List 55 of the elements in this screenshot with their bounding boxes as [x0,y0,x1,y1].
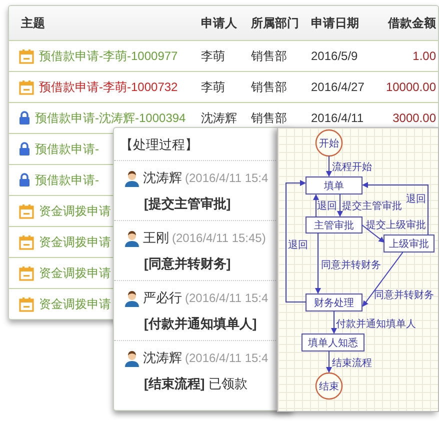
terminal-node: 开始 [315,129,343,157]
connector-label: 退回 [406,194,426,205]
connector-label: 结束流程 [332,358,372,369]
request-title-link[interactable]: 资金调拨申请 [39,296,111,312]
connector-label: 提交上级审批 [366,220,426,231]
action-text: [结束流程] 已领款 [144,375,248,393]
process-node: 填单 [306,176,362,194]
user-name: 王刚 [143,229,169,247]
connector-label: 同意并转财务 [321,260,381,271]
request-title-link[interactable]: 资金调拨申请 [39,202,111,220]
request-title-link[interactable]: 预借款申请-沈涛辉-1000394 [35,110,186,126]
process-node: 上级审批 [384,234,434,252]
request-title-link[interactable]: 预借款申请-李萌-1000977 [39,48,178,64]
process-node: 财务处理 [306,294,362,312]
timestamp: (2016/4/11 15:45) [172,231,266,245]
column-header[interactable]: 主题 [9,14,197,32]
connector-label: 退回 [288,240,308,251]
process-node: 填单人知悉 [302,334,364,352]
table-cell-text: 3000.00 [392,111,437,125]
table-cell-text: 李萌 [200,78,226,96]
table-cell-text: 2016/4/27 [310,80,366,94]
table-cell-text: 销售部 [250,48,288,64]
column-header[interactable]: 借款金额 [377,14,438,32]
table-cell-text: 销售部 [250,78,288,96]
request-title-link[interactable]: 预借款申请- [35,140,99,158]
request-title-link[interactable]: 预借款申请- [35,172,99,188]
column-header[interactable]: 申请日期 [307,14,377,32]
table-cell-text: 李萌 [200,48,226,64]
request-title-link[interactable]: 预借款申请-李萌-1000732 [39,78,178,96]
table-cell-text: 2016/4/11 [310,111,364,125]
terminal-node: 结束 [315,372,343,400]
request-title-link[interactable]: 资金调拨申请 [39,264,111,282]
user-name: 沈涛辉 [143,349,182,367]
action-text: [同意并转财务] [144,255,232,273]
user-name: 沈涛辉 [143,169,182,187]
table-cell-text: 10000.00 [384,80,437,94]
action-text: [付款并通知填单人] [144,315,258,333]
timestamp: (2016/4/11 15:4 [185,351,268,365]
connector-label: 提交主管审批 [342,201,402,212]
process-node: 主管审批 [306,216,362,234]
column-header[interactable]: 申请人 [197,14,247,32]
timestamp: (2016/4/11 15:4 [185,291,268,305]
connector-label: 付款并通知填单人 [336,319,416,330]
connector-label: 同意并转财务 [374,290,434,301]
table-cell-text: 2016/5/9 [310,49,359,63]
request-title-link[interactable]: 资金调拨申请 [39,234,111,250]
table-cell-text: 沈涛辉 [200,110,238,126]
user-name: 严必行 [143,289,182,307]
connector-label: 退回 [317,201,337,212]
action-text: [提交主管审批] [144,195,232,213]
table-cell-text: 1.00 [412,49,437,63]
table-cell-text: 销售部 [250,110,288,126]
connector-label: 流程开始 [332,162,372,173]
timestamp: (2016/4/11 15:4 [185,171,268,185]
column-header[interactable]: 所属部门 [247,14,307,32]
